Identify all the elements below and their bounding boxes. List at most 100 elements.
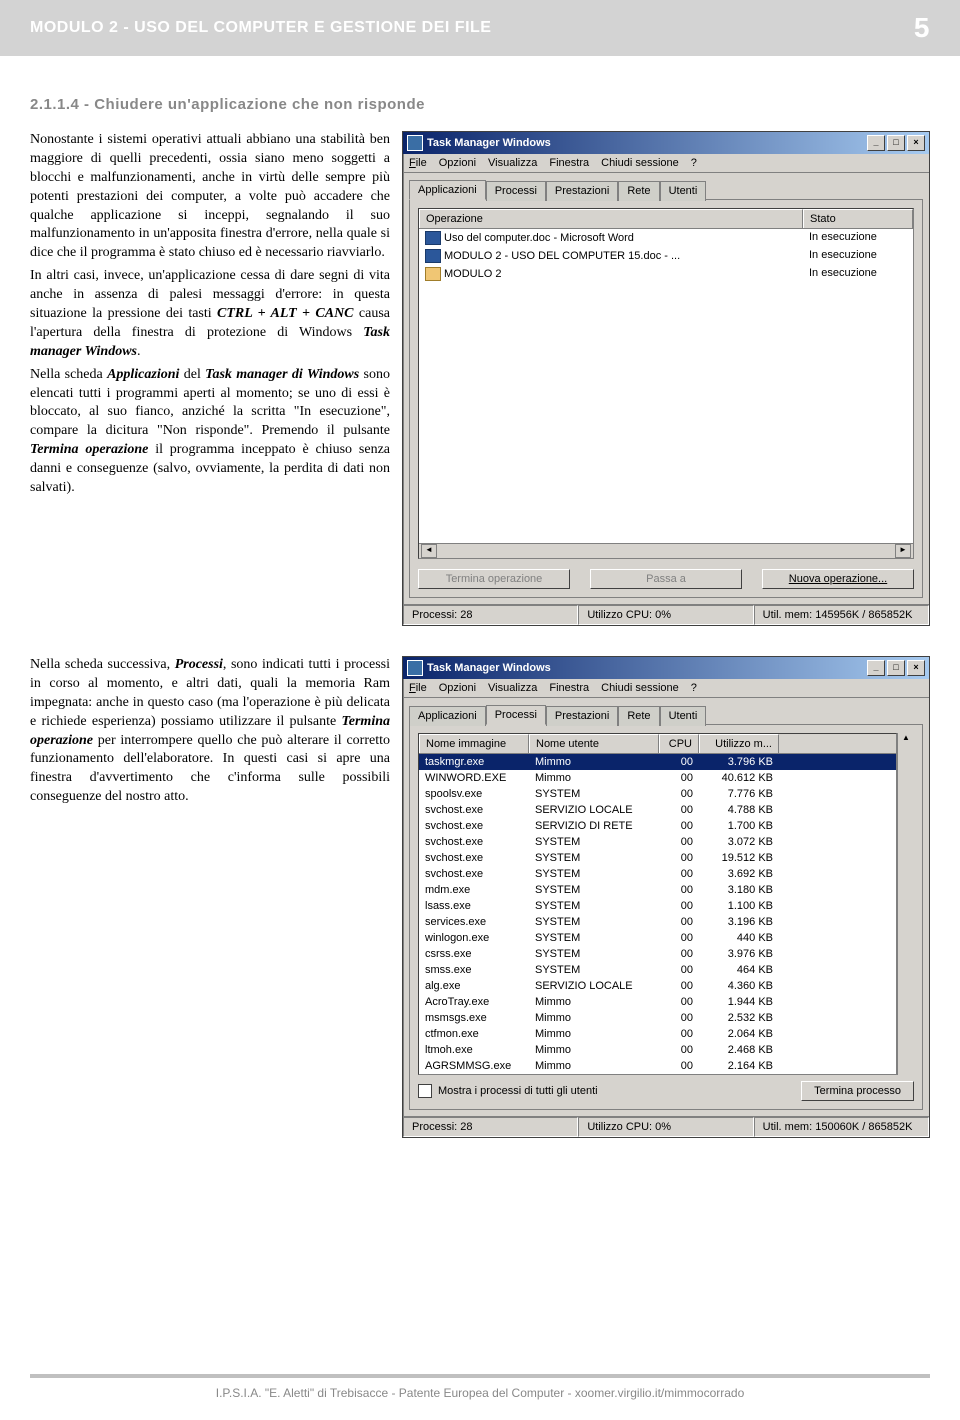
processes-listview[interactable]: Nome immagine Nome utente CPU Utilizzo m… xyxy=(418,733,897,1075)
status-cpu: Utilizzo CPU: 0% xyxy=(578,1117,753,1137)
para4: Nella scheda successiva, Processi, sono … xyxy=(30,656,390,807)
page-header: MODULO 2 - USO DEL COMPUTER E GESTIONE D… xyxy=(0,0,960,56)
passa-a-button[interactable]: Passa a xyxy=(590,569,742,589)
menu-visualizza[interactable]: Visualizza xyxy=(488,682,537,694)
vertical-scrollbar[interactable]: ▲ xyxy=(897,733,914,1075)
header-title: MODULO 2 - USO DEL COMPUTER E GESTIONE D… xyxy=(30,19,491,37)
col-operazione[interactable]: Operazione xyxy=(419,209,803,228)
menu-file[interactable]: File xyxy=(409,157,427,169)
termina-processo-button[interactable]: Termina processo xyxy=(801,1081,914,1101)
tab-utenti[interactable]: Utenti xyxy=(660,706,707,726)
page-footer: I.P.S.I.A. "E. Aletti" di Trebisacce - P… xyxy=(30,1374,930,1400)
close-button[interactable]: × xyxy=(907,135,925,151)
termina-operazione-button[interactable]: Termina operazione xyxy=(418,569,570,589)
scroll-left-icon[interactable]: ◄ xyxy=(421,544,437,558)
list-item[interactable]: Uso del computer.doc - Microsoft Word In… xyxy=(419,229,913,247)
tab-prestazioni[interactable]: Prestazioni xyxy=(546,706,618,726)
menu-finestra[interactable]: Finestra xyxy=(549,157,589,169)
scroll-up-icon[interactable]: ▲ xyxy=(898,733,914,747)
scroll-right-icon[interactable]: ► xyxy=(895,544,911,558)
menu-opzioni[interactable]: Opzioni xyxy=(439,157,476,169)
status-processi: Processi: 28 xyxy=(403,605,578,625)
body-text-1: Nonostante i sistemi operativi attuali a… xyxy=(30,131,390,626)
maximize-button[interactable]: □ xyxy=(887,135,905,151)
show-all-users-checkbox[interactable] xyxy=(418,1084,432,1098)
tab-processi[interactable]: Processi xyxy=(486,181,546,201)
app-icon xyxy=(407,660,423,676)
table-row[interactable]: svchost.exeSERVIZIO DI RETE001.700 KB xyxy=(419,818,896,834)
horizontal-scrollbar[interactable]: ◄ ► xyxy=(419,543,913,558)
col-utilizzo-mem[interactable]: Utilizzo m... xyxy=(699,734,779,753)
tab-processi[interactable]: Processi xyxy=(486,705,546,725)
nuova-operazione-button[interactable]: Nuova operazione... xyxy=(762,569,914,589)
section-heading: 2.1.1.4 - Chiudere un'applicazione che n… xyxy=(30,96,930,113)
col-stato[interactable]: Stato xyxy=(803,209,913,228)
show-all-users-label: Mostra i processi di tutti gli utenti xyxy=(438,1085,598,1097)
status-cpu: Utilizzo CPU: 0% xyxy=(578,605,753,625)
status-mem: Util. mem: 145956K / 865852K xyxy=(754,605,929,625)
menu-chiudi[interactable]: Chiudi sessione xyxy=(601,157,679,169)
folder-icon xyxy=(425,267,441,281)
table-row[interactable]: winlogon.exeSYSTEM00440 KB xyxy=(419,930,896,946)
menu-help[interactable]: ? xyxy=(691,682,697,694)
statusbar: Processi: 28 Utilizzo CPU: 0% Util. mem:… xyxy=(403,604,929,625)
col-cpu[interactable]: CPU xyxy=(659,734,699,753)
app-icon xyxy=(407,135,423,151)
table-row[interactable]: ctfmon.exeMimmo002.064 KB xyxy=(419,1026,896,1042)
table-row[interactable]: smss.exeSYSTEM00464 KB xyxy=(419,962,896,978)
table-row[interactable]: services.exeSYSTEM003.196 KB xyxy=(419,914,896,930)
para2: In altri casi, invece, un'applicazione c… xyxy=(30,267,390,361)
window-titlebar[interactable]: Task Manager Windows _ □ × xyxy=(403,132,929,154)
task-manager-applications-window: Task Manager Windows _ □ × File Opzioni … xyxy=(402,131,930,626)
menu-file[interactable]: File xyxy=(409,682,427,694)
table-row[interactable]: alg.exeSERVIZIO LOCALE004.360 KB xyxy=(419,978,896,994)
col-nome-utente[interactable]: Nome utente xyxy=(529,734,659,753)
table-row[interactable]: svchost.exeSYSTEM0019.512 KB xyxy=(419,850,896,866)
minimize-button[interactable]: _ xyxy=(867,135,885,151)
menu-visualizza[interactable]: Visualizza xyxy=(488,157,537,169)
col-nome-immagine[interactable]: Nome immagine xyxy=(419,734,529,753)
body-text-2: Nella scheda successiva, Processi, sono … xyxy=(30,656,390,1138)
table-row[interactable]: msmsgs.exeMimmo002.532 KB xyxy=(419,1010,896,1026)
table-row[interactable]: lsass.exeSYSTEM001.100 KB xyxy=(419,898,896,914)
window-title: Task Manager Windows xyxy=(427,137,551,149)
tab-rete[interactable]: Rete xyxy=(618,181,659,201)
menu-chiudi[interactable]: Chiudi sessione xyxy=(601,682,679,694)
page-number: 5 xyxy=(914,12,930,44)
applications-listview[interactable]: Operazione Stato Uso del computer.doc - … xyxy=(418,208,914,559)
table-row[interactable]: svchost.exeSERVIZIO LOCALE004.788 KB xyxy=(419,802,896,818)
table-row[interactable]: ltmoh.exeMimmo002.468 KB xyxy=(419,1042,896,1058)
minimize-button[interactable]: _ xyxy=(867,660,885,676)
window-titlebar[interactable]: Task Manager Windows _ □ × xyxy=(403,657,929,679)
menubar[interactable]: File Opzioni Visualizza Finestra Chiudi … xyxy=(403,154,929,173)
para3: Nella scheda Applicazioni del Task manag… xyxy=(30,366,390,498)
table-row[interactable]: mdm.exeSYSTEM003.180 KB xyxy=(419,882,896,898)
tab-prestazioni[interactable]: Prestazioni xyxy=(546,181,618,201)
menubar[interactable]: File Opzioni Visualizza Finestra Chiudi … xyxy=(403,679,929,698)
table-row[interactable]: svchost.exeSYSTEM003.072 KB xyxy=(419,834,896,850)
tab-strip: Applicazioni Processi Prestazioni Rete U… xyxy=(403,173,929,199)
table-row[interactable]: svchost.exeSYSTEM003.692 KB xyxy=(419,866,896,882)
list-item[interactable]: MODULO 2 - USO DEL COMPUTER 15.doc - ...… xyxy=(419,247,913,265)
menu-help[interactable]: ? xyxy=(691,157,697,169)
window-title: Task Manager Windows xyxy=(427,662,551,674)
tab-applicazioni[interactable]: Applicazioni xyxy=(409,706,486,726)
status-mem: Util. mem: 150060K / 865852K xyxy=(754,1117,929,1137)
tab-utenti[interactable]: Utenti xyxy=(660,181,707,201)
maximize-button[interactable]: □ xyxy=(887,660,905,676)
table-row[interactable]: spoolsv.exeSYSTEM007.776 KB xyxy=(419,786,896,802)
list-item[interactable]: MODULO 2 In esecuzione xyxy=(419,265,913,283)
statusbar: Processi: 28 Utilizzo CPU: 0% Util. mem:… xyxy=(403,1116,929,1137)
tab-strip: Applicazioni Processi Prestazioni Rete U… xyxy=(403,698,929,724)
table-row[interactable]: AGRSMMSG.exeMimmo002.164 KB xyxy=(419,1058,896,1074)
table-row[interactable]: csrss.exeSYSTEM003.976 KB xyxy=(419,946,896,962)
close-button[interactable]: × xyxy=(907,660,925,676)
menu-finestra[interactable]: Finestra xyxy=(549,682,589,694)
table-row[interactable]: WINWORD.EXEMimmo0040.612 KB xyxy=(419,770,896,786)
table-row[interactable]: AcroTray.exeMimmo001.944 KB xyxy=(419,994,896,1010)
menu-opzioni[interactable]: Opzioni xyxy=(439,682,476,694)
task-manager-processes-window: Task Manager Windows _ □ × File Opzioni … xyxy=(402,656,930,1138)
tab-rete[interactable]: Rete xyxy=(618,706,659,726)
table-row[interactable]: taskmgr.exeMimmo003.796 KB xyxy=(419,754,896,770)
tab-applicazioni[interactable]: Applicazioni xyxy=(409,180,486,200)
